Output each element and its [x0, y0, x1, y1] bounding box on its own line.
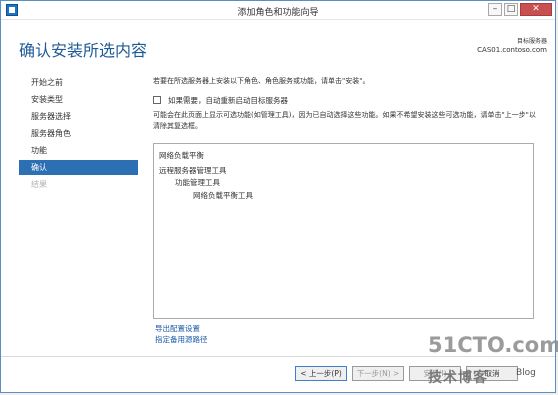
target-server-label: 目标服务器: [516, 38, 547, 45]
nav-item-results: 结果: [31, 180, 47, 189]
links-group: 导出配置设置 指定备用源路径: [155, 323, 208, 345]
maximize-button[interactable]: □: [504, 3, 518, 16]
nav-item-features[interactable]: 功能: [19, 143, 138, 158]
export-config-link[interactable]: 导出配置设置: [155, 323, 208, 334]
previous-button[interactable]: < 上一步(P): [295, 366, 347, 381]
feature-item: 网络负载平衡工具: [193, 191, 253, 200]
restart-label[interactable]: 如果需要，自动重新启动目标服务器: [168, 95, 368, 106]
close-button[interactable]: ✕: [520, 3, 552, 16]
intro-text: 若要在所选服务器上安装以下角色、角色服务或功能，请单击"安装"。: [153, 77, 370, 85]
minimize-button[interactable]: –: [488, 3, 502, 16]
nav-item-server-roles[interactable]: 服务器角色: [19, 126, 138, 141]
target-server-name: CAS01.contoso.com: [477, 46, 547, 54]
watermark-blog-cn: 技术博客: [428, 370, 488, 386]
wizard-nav: 开始之前 安装类型 服务器选择 服务器角色 功能 确认 结果: [19, 75, 138, 194]
restart-checkbox[interactable]: [153, 96, 161, 104]
alternate-source-link[interactable]: 指定备用源路径: [155, 334, 208, 345]
watermark-site: 51CTO.com: [428, 333, 558, 357]
feature-item: 远程服务器管理工具: [159, 166, 227, 175]
nav-item-installation-type[interactable]: 安装类型: [19, 92, 138, 107]
optional-features-note: 可能会在此页面上显示可选功能(如管理工具)，因为已自动选择这些功能。如果不希望安…: [153, 111, 536, 130]
next-button[interactable]: 下一步(N) >: [352, 366, 404, 381]
nav-item-before-you-begin[interactable]: 开始之前: [19, 75, 138, 90]
feature-item: 功能管理工具: [175, 178, 220, 187]
selected-features-list[interactable]: 网络负载平衡 远程服务器管理工具 功能管理工具 网络负载平衡工具: [153, 143, 534, 319]
title-bar[interactable]: 添加角色和功能向导 – □ ✕: [1, 1, 555, 20]
page-title: 确认安装所选内容: [19, 41, 148, 60]
nav-item-server-selection[interactable]: 服务器选择: [19, 109, 138, 124]
watermark-blog-en: Blog: [516, 368, 536, 378]
feature-item: 网络负载平衡: [159, 151, 204, 160]
nav-item-confirmation[interactable]: 确认: [19, 160, 138, 175]
window-title: 添加角色和功能向导: [237, 8, 319, 18]
